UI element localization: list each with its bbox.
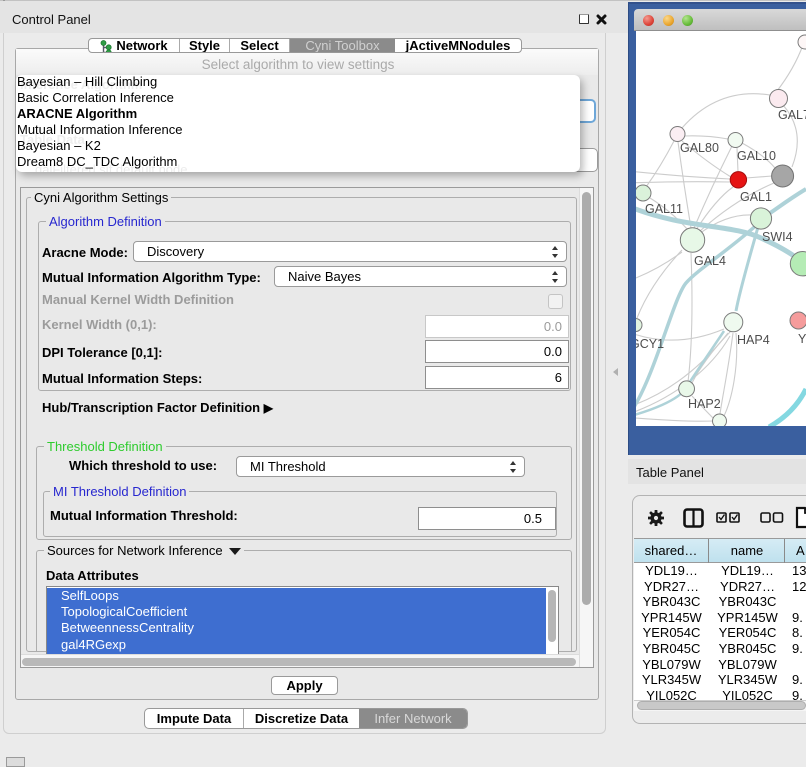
svg-text:HAP4: HAP4 — [737, 333, 770, 347]
svg-text:GAL11: GAL11 — [645, 202, 683, 216]
svg-text:GAL10: GAL10 — [737, 149, 776, 163]
svg-text:GCY1: GCY1 — [636, 337, 664, 351]
svg-text:GAL7: GAL7 — [778, 108, 806, 122]
svg-text:YM: YM — [798, 332, 806, 346]
svg-text:GAL1: GAL1 — [740, 190, 772, 204]
svg-text:GAL4: GAL4 — [694, 254, 726, 268]
svg-text:GAL80: GAL80 — [680, 141, 719, 155]
svg-text:SWI4: SWI4 — [762, 230, 793, 244]
svg-text:HAP2: HAP2 — [688, 397, 721, 411]
